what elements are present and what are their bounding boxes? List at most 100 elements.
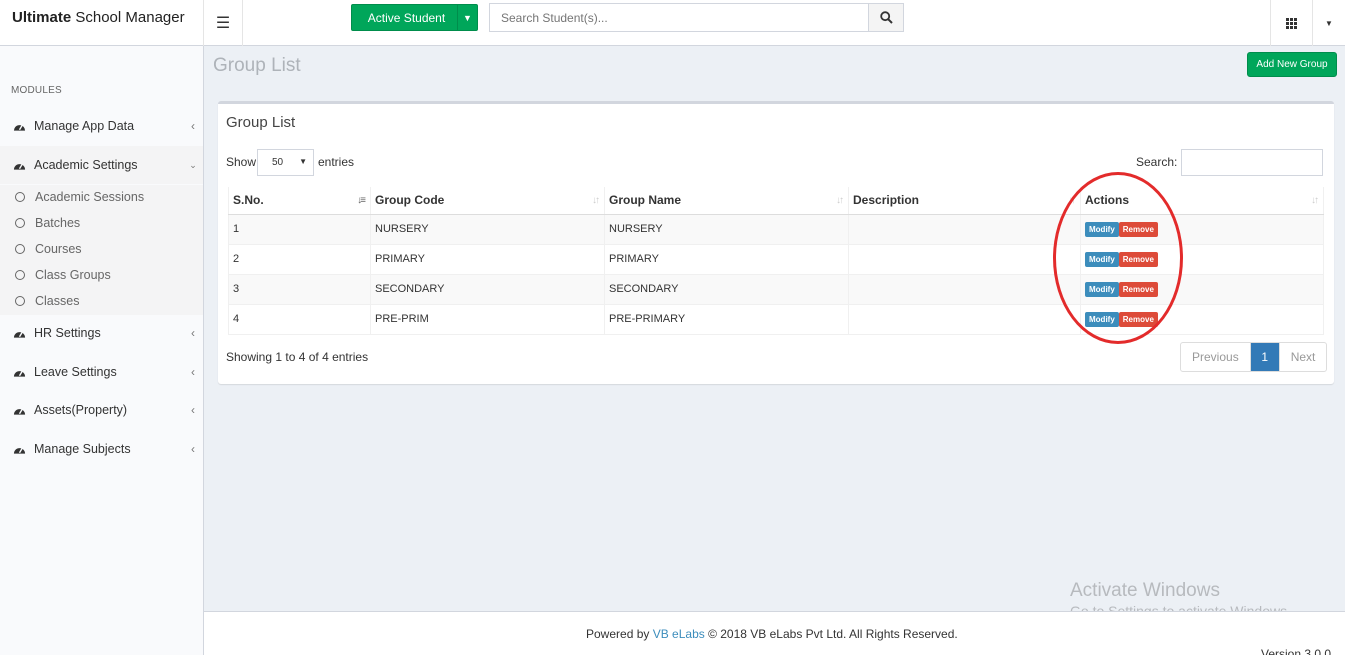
menu-toggle-button[interactable]: ☰ — [204, 0, 243, 46]
page-size-select[interactable]: 50 ▼ — [257, 149, 314, 176]
sidebar-item-label: Manage Subjects — [34, 442, 131, 456]
table-info: Showing 1 to 4 of 4 entries — [226, 350, 369, 364]
cell-sno: 4 — [228, 304, 371, 335]
sort-icon: ↓↑ — [592, 195, 600, 206]
dashboard-icon — [13, 408, 26, 415]
chevron-left-icon: ‹ — [191, 365, 195, 379]
cell-description — [848, 274, 1081, 305]
user-menu-caret[interactable]: ▼ — [1312, 0, 1345, 46]
sidebar-item-leave-settings[interactable]: Leave Settings ‹ — [0, 353, 203, 391]
sidebar-item-manage-subjects[interactable]: Manage Subjects ‹ — [0, 430, 203, 468]
entries-label: entries — [318, 155, 355, 169]
column-header-sno[interactable]: S.No. ↓≡ — [228, 187, 371, 215]
sidebar-subitem-class-groups[interactable]: Class Groups — [0, 262, 203, 288]
sidebar-subitem-courses[interactable]: Courses — [0, 236, 203, 262]
sort-icon: ↓≡ — [357, 195, 366, 206]
column-header-label: Group Code — [375, 193, 445, 208]
sidebar-subitem-batches[interactable]: Batches — [0, 210, 203, 236]
dashboard-icon — [13, 331, 26, 338]
sidebar-item-assets-property[interactable]: Assets(Property) ‹ — [0, 391, 203, 429]
footer-powered-by: Powered by — [586, 627, 653, 641]
cell-description — [848, 244, 1081, 275]
cell-sno: 1 — [228, 214, 371, 245]
cell-group-name: NURSERY — [604, 214, 849, 245]
column-header-group-code[interactable]: Group Code ↓↑ — [370, 187, 605, 215]
cell-description — [848, 304, 1081, 335]
app-brand[interactable]: Ultimate School Manager — [0, 0, 204, 46]
dashboard-icon — [13, 163, 26, 170]
subitem-label: Class Groups — [35, 268, 111, 282]
add-new-group-button[interactable]: Add New Group — [1247, 52, 1337, 77]
search-button[interactable] — [868, 3, 904, 32]
page-size-value: 50 — [272, 157, 284, 168]
search-label: Search: — [1136, 155, 1178, 169]
chevron-down-icon: ⌄ — [189, 159, 197, 170]
apps-button[interactable] — [1270, 0, 1312, 46]
column-header-group-name[interactable]: Group Name ↓↑ — [604, 187, 849, 215]
column-header-label: Description — [853, 193, 920, 208]
sidebar-item-label: Manage App Data — [34, 119, 135, 133]
circle-icon — [15, 244, 25, 254]
dashboard-icon — [13, 370, 26, 377]
cell-group-name: PRE-PRIMARY — [604, 304, 849, 335]
sort-icon: ↓↑ — [1311, 195, 1319, 206]
sort-icon: ↓↑ — [836, 195, 844, 206]
pagination-previous[interactable]: Previous — [1181, 343, 1251, 371]
sidebar-item-academic-settings[interactable]: Academic Settings ⌄ — [0, 146, 203, 184]
footer-text: Powered by VB eLabs © 2018 VB eLabs Pvt … — [586, 627, 958, 641]
menu-icon: ☰ — [215, 15, 231, 32]
watermark-line-1: Activate Windows — [1070, 580, 1220, 601]
box-title: Group List — [226, 114, 296, 131]
column-header-label: S.No. — [233, 193, 264, 208]
sidebar-subitem-classes[interactable]: Classes — [0, 288, 203, 314]
student-search-input[interactable] — [489, 3, 869, 32]
chevron-left-icon: ‹ — [191, 326, 195, 340]
cell-description — [848, 214, 1081, 245]
column-header-description[interactable]: Description ↓↑ — [848, 187, 1081, 215]
sidebar: MODULES Manage App Data ‹ Academic Setti… — [0, 46, 204, 655]
pagination-page-1[interactable]: 1 — [1250, 343, 1280, 371]
sidebar-item-hr-settings[interactable]: HR Settings ‹ — [0, 314, 203, 352]
annotation-circle — [1053, 172, 1183, 344]
cell-group-code: NURSERY — [370, 214, 605, 245]
sidebar-item-label: HR Settings — [34, 326, 101, 340]
table-search-input[interactable] — [1181, 149, 1323, 176]
caret-down-icon: ▼ — [1325, 18, 1333, 28]
cell-group-name: SECONDARY — [604, 274, 849, 305]
subitem-label: Courses — [35, 242, 82, 256]
cell-group-code: PRE-PRIM — [370, 304, 605, 335]
cell-sno: 2 — [228, 244, 371, 275]
circle-icon — [15, 218, 25, 228]
caret-down-icon: ▼ — [299, 157, 307, 166]
apps-grid-icon — [1286, 17, 1297, 29]
active-student-button[interactable]: Active Student ▼ — [351, 4, 478, 31]
sidebar-section-header: MODULES — [11, 85, 62, 96]
brand-bold: Ultimate — [12, 9, 72, 26]
footer-copyright: © 2018 VB eLabs Pvt Ltd. All Rights Rese… — [704, 627, 958, 641]
circle-icon — [15, 192, 25, 202]
cell-group-code: SECONDARY — [370, 274, 605, 305]
cell-sno: 3 — [228, 274, 371, 305]
cell-group-code: PRIMARY — [370, 244, 605, 275]
caret-down-icon[interactable]: ▼ — [457, 5, 477, 30]
active-student-label: Active Student — [367, 10, 446, 25]
chevron-left-icon: ‹ — [191, 119, 195, 133]
subitem-label: Batches — [35, 216, 81, 230]
pagination-next[interactable]: Next — [1280, 343, 1327, 371]
footer-link[interactable]: VB eLabs — [653, 627, 705, 641]
sidebar-item-label: Assets(Property) — [34, 403, 128, 417]
top-navbar: Ultimate School Manager ☰ Active Student… — [0, 0, 1345, 46]
sidebar-item-label: Leave Settings — [34, 365, 117, 379]
sidebar-item-label: Academic Settings — [34, 158, 138, 172]
chevron-left-icon: ‹ — [191, 403, 195, 417]
circle-icon — [15, 296, 25, 306]
sidebar-subitem-academic-sessions[interactable]: Academic Sessions — [0, 184, 203, 210]
subitem-label: Academic Sessions — [35, 190, 145, 204]
chevron-left-icon: ‹ — [191, 442, 195, 456]
sidebar-item-manage-app-data[interactable]: Manage App Data ‹ — [0, 107, 203, 145]
footer: Powered by VB eLabs © 2018 VB eLabs Pvt … — [204, 611, 1345, 655]
column-header-label: Group Name — [609, 193, 682, 208]
circle-icon — [15, 270, 25, 280]
dashboard-icon — [13, 124, 26, 131]
brand-rest: School Manager — [71, 9, 185, 26]
